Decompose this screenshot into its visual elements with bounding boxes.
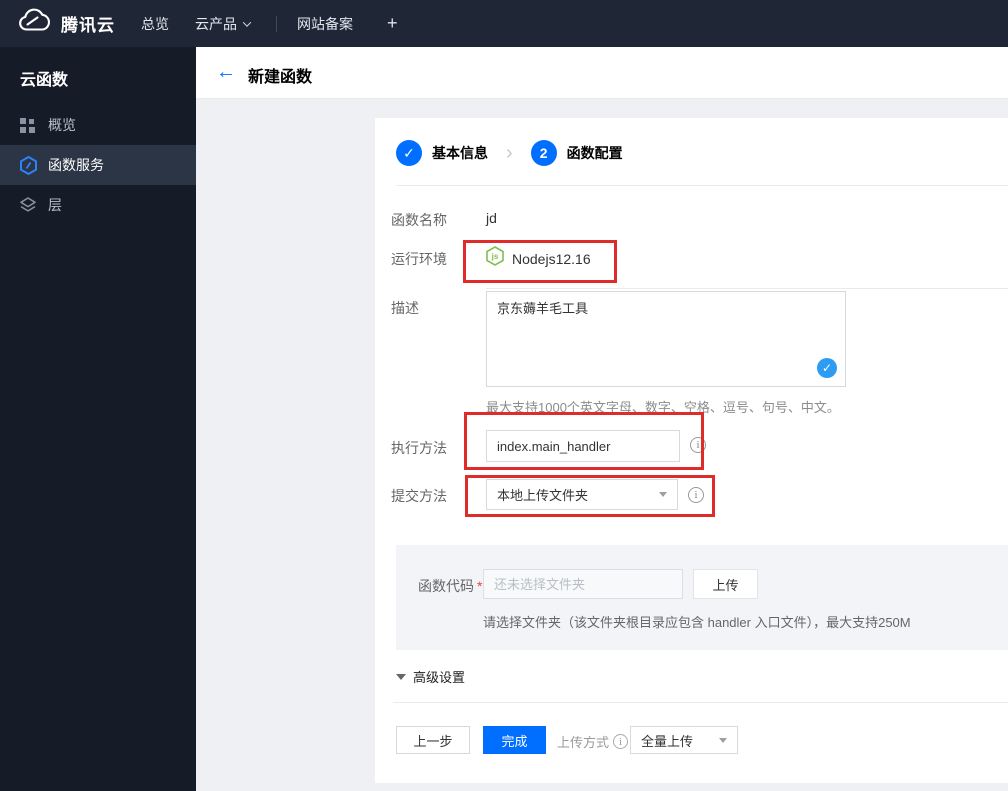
step-label-basic-info: 基本信息 [432, 145, 488, 161]
description-text: 京东薅羊毛工具 [497, 301, 589, 316]
divider [486, 288, 1008, 289]
upload-mode-value: 全量上传 [641, 733, 694, 749]
description-label: 描述 [391, 300, 419, 316]
caret-down-icon [719, 737, 727, 743]
finish-button[interactable]: 完成 [483, 726, 546, 754]
submit-method-select[interactable]: 本地上传文件夹 [486, 479, 678, 510]
sidebar-item-overview[interactable]: 概览 [0, 105, 196, 145]
function-code-panel: 函数代码* 上传 请选择文件夹（该文件夹根目录应包含 handler 入口文件）… [396, 545, 1008, 650]
topbar: 腾讯云 总览 云产品 网站备案 + [0, 0, 1008, 47]
footer-actions: 上一步 完成 上传方式 i 全量上传 [375, 726, 1008, 754]
step-number-2: 2 [530, 140, 557, 166]
divider [393, 702, 1008, 703]
layers-icon [20, 195, 37, 215]
tencent-cloud-logo-icon [16, 8, 52, 39]
caret-down-icon [659, 492, 667, 497]
nodejs-hexagon-icon: js [486, 246, 504, 271]
description-helper-text: 最大支持1000个英文字母、数字、空格、逗号、句号、中文。 [486, 400, 840, 415]
chevron-down-icon [242, 17, 252, 27]
folder-path-input[interactable] [483, 569, 683, 599]
sidebar-items: 概览 函数服务 层 [0, 105, 196, 225]
upload-mode-select[interactable]: 全量上传 [630, 726, 738, 754]
add-tab-icon[interactable]: + [387, 13, 398, 34]
sidebar: 云函数 概览 函数服务 层 [0, 47, 196, 791]
previous-step-button[interactable]: 上一步 [396, 726, 470, 754]
brand-name: 腾讯云 [61, 16, 115, 35]
submit-method-label: 提交方法 [391, 488, 447, 504]
grid-icon [20, 115, 37, 135]
upload-mode-label-group: 上传方式 i [557, 732, 629, 751]
sidebar-item-function-service[interactable]: 函数服务 [0, 145, 196, 185]
step-done-icon: ✓ [396, 140, 422, 166]
topnav-cloud-products[interactable]: 云产品 [195, 14, 252, 34]
function-name-label: 函数名称 [391, 212, 447, 228]
topnav-overview[interactable]: 总览 [141, 14, 169, 34]
step-label-function-config: 函数配置 [566, 145, 623, 161]
sidebar-item-label: 概览 [48, 117, 76, 133]
runtime-label: 运行环境 [391, 251, 447, 267]
required-asterisk: * [477, 578, 483, 594]
valid-check-icon: ✓ [817, 358, 837, 378]
sidebar-item-label: 层 [48, 197, 62, 213]
sidebar-item-label: 函数服务 [48, 157, 104, 173]
sidebar-title: 云函数 [20, 72, 69, 89]
stepper: ✓ 基本信息 › 2 函数配置 [396, 140, 623, 166]
divider [396, 185, 1008, 186]
svg-text:js: js [491, 252, 499, 261]
topnav-icp-filing[interactable]: 网站备案 [297, 14, 353, 34]
triangle-down-icon [396, 673, 406, 680]
handler-label: 执行方法 [391, 440, 447, 456]
function-name-value: jd [486, 210, 497, 226]
step-chevron-icon: › [506, 141, 513, 164]
upload-button[interactable]: 上传 [693, 569, 758, 599]
runtime-value-row: js Nodejs12.16 [486, 246, 591, 271]
submit-method-value: 本地上传文件夹 [497, 488, 589, 503]
function-code-label: 函数代码 * [418, 578, 483, 594]
function-code-helper-text: 请选择文件夹（该文件夹根目录应包含 handler 入口文件），最大支持250M [483, 615, 911, 630]
topnav-divider [276, 15, 277, 32]
advanced-settings-label: 高级设置 [413, 670, 466, 685]
info-icon[interactable]: i [688, 487, 704, 503]
topnav: 总览 云产品 网站备案 + [141, 0, 398, 47]
brand[interactable]: 腾讯云 [16, 0, 115, 47]
upload-mode-label: 上传方式 [557, 735, 610, 750]
page-header: ← 新建函数 [196, 47, 1008, 99]
info-icon[interactable]: i [613, 734, 629, 749]
sidebar-item-layers[interactable]: 层 [0, 185, 196, 225]
create-function-card: ✓ 基本信息 › 2 函数配置 函数名称 jd 运行环境 js Nodejs12… [375, 118, 1008, 783]
runtime-value: Nodejs12.16 [512, 250, 591, 267]
description-textarea[interactable]: 京东薅羊毛工具 ✓ [486, 291, 846, 387]
handler-input[interactable] [486, 430, 680, 462]
page-title: 新建函数 [248, 69, 313, 86]
function-hexagon-icon [20, 155, 37, 175]
back-arrow-icon[interactable]: ← [216, 61, 236, 84]
advanced-settings-toggle[interactable]: 高级设置 [396, 667, 465, 686]
info-icon[interactable]: i [690, 437, 706, 453]
